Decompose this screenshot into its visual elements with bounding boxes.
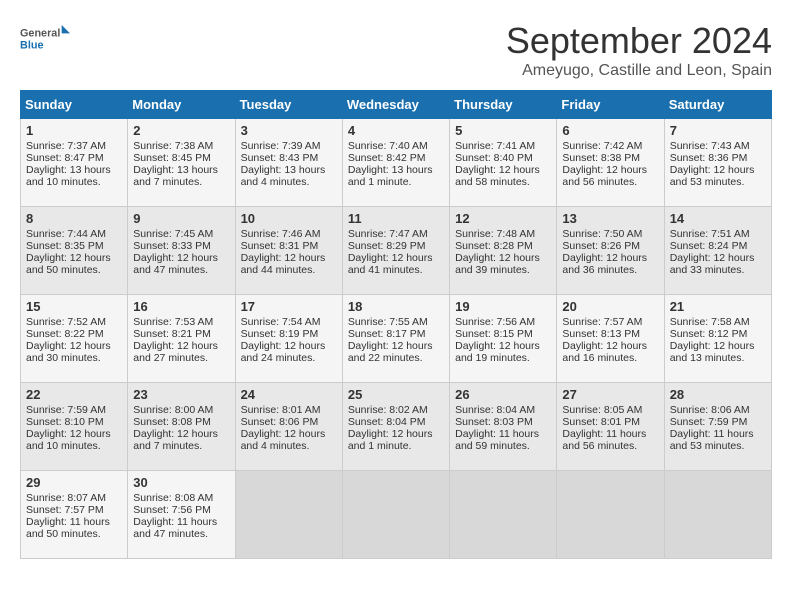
logo: General Blue <box>20 20 70 60</box>
header-tuesday: Tuesday <box>235 91 342 119</box>
calendar-cell: 7Sunrise: 7:43 AMSunset: 8:36 PMDaylight… <box>664 119 771 207</box>
title-block: September 2024 Ameyugo, Castille and Leo… <box>506 20 772 80</box>
calendar-cell: 28Sunrise: 8:06 AMSunset: 7:59 PMDayligh… <box>664 383 771 471</box>
header-friday: Friday <box>557 91 664 119</box>
calendar-cell: 13Sunrise: 7:50 AMSunset: 8:26 PMDayligh… <box>557 207 664 295</box>
page-header: General Blue September 2024 Ameyugo, Cas… <box>20 20 772 80</box>
calendar-cell: 16Sunrise: 7:53 AMSunset: 8:21 PMDayligh… <box>128 295 235 383</box>
week-row-3: 15Sunrise: 7:52 AMSunset: 8:22 PMDayligh… <box>21 295 772 383</box>
calendar-cell: 20Sunrise: 7:57 AMSunset: 8:13 PMDayligh… <box>557 295 664 383</box>
calendar-cell: 17Sunrise: 7:54 AMSunset: 8:19 PMDayligh… <box>235 295 342 383</box>
calendar-cell: 26Sunrise: 8:04 AMSunset: 8:03 PMDayligh… <box>450 383 557 471</box>
week-row-1: 1Sunrise: 7:37 AMSunset: 8:47 PMDaylight… <box>21 119 772 207</box>
svg-text:Blue: Blue <box>20 39 43 51</box>
calendar-cell: 19Sunrise: 7:56 AMSunset: 8:15 PMDayligh… <box>450 295 557 383</box>
calendar-cell <box>450 471 557 559</box>
svg-text:General: General <box>20 28 60 40</box>
week-row-4: 22Sunrise: 7:59 AMSunset: 8:10 PMDayligh… <box>21 383 772 471</box>
week-row-2: 8Sunrise: 7:44 AMSunset: 8:35 PMDaylight… <box>21 207 772 295</box>
calendar-cell: 27Sunrise: 8:05 AMSunset: 8:01 PMDayligh… <box>557 383 664 471</box>
header-thursday: Thursday <box>450 91 557 119</box>
header-sunday: Sunday <box>21 91 128 119</box>
header-wednesday: Wednesday <box>342 91 449 119</box>
calendar-cell <box>342 471 449 559</box>
header-row: SundayMondayTuesdayWednesdayThursdayFrid… <box>21 91 772 119</box>
calendar-cell: 1Sunrise: 7:37 AMSunset: 8:47 PMDaylight… <box>21 119 128 207</box>
calendar-cell: 8Sunrise: 7:44 AMSunset: 8:35 PMDaylight… <box>21 207 128 295</box>
month-title: September 2024 <box>506 20 772 62</box>
header-saturday: Saturday <box>664 91 771 119</box>
calendar-cell: 4Sunrise: 7:40 AMSunset: 8:42 PMDaylight… <box>342 119 449 207</box>
calendar-cell <box>664 471 771 559</box>
logo-svg: General Blue <box>20 20 70 60</box>
calendar-cell: 18Sunrise: 7:55 AMSunset: 8:17 PMDayligh… <box>342 295 449 383</box>
calendar-cell: 30Sunrise: 8:08 AMSunset: 7:56 PMDayligh… <box>128 471 235 559</box>
header-monday: Monday <box>128 91 235 119</box>
calendar-cell: 14Sunrise: 7:51 AMSunset: 8:24 PMDayligh… <box>664 207 771 295</box>
calendar-table: SundayMondayTuesdayWednesdayThursdayFrid… <box>20 90 772 559</box>
calendar-cell: 22Sunrise: 7:59 AMSunset: 8:10 PMDayligh… <box>21 383 128 471</box>
calendar-cell: 9Sunrise: 7:45 AMSunset: 8:33 PMDaylight… <box>128 207 235 295</box>
calendar-cell: 11Sunrise: 7:47 AMSunset: 8:29 PMDayligh… <box>342 207 449 295</box>
calendar-cell <box>557 471 664 559</box>
calendar-cell: 25Sunrise: 8:02 AMSunset: 8:04 PMDayligh… <box>342 383 449 471</box>
calendar-cell: 23Sunrise: 8:00 AMSunset: 8:08 PMDayligh… <box>128 383 235 471</box>
calendar-cell: 29Sunrise: 8:07 AMSunset: 7:57 PMDayligh… <box>21 471 128 559</box>
calendar-cell: 5Sunrise: 7:41 AMSunset: 8:40 PMDaylight… <box>450 119 557 207</box>
calendar-cell: 21Sunrise: 7:58 AMSunset: 8:12 PMDayligh… <box>664 295 771 383</box>
calendar-cell: 6Sunrise: 7:42 AMSunset: 8:38 PMDaylight… <box>557 119 664 207</box>
calendar-cell: 2Sunrise: 7:38 AMSunset: 8:45 PMDaylight… <box>128 119 235 207</box>
calendar-cell: 12Sunrise: 7:48 AMSunset: 8:28 PMDayligh… <box>450 207 557 295</box>
calendar-cell: 24Sunrise: 8:01 AMSunset: 8:06 PMDayligh… <box>235 383 342 471</box>
calendar-cell: 3Sunrise: 7:39 AMSunset: 8:43 PMDaylight… <box>235 119 342 207</box>
week-row-5: 29Sunrise: 8:07 AMSunset: 7:57 PMDayligh… <box>21 471 772 559</box>
calendar-cell: 10Sunrise: 7:46 AMSunset: 8:31 PMDayligh… <box>235 207 342 295</box>
location-title: Ameyugo, Castille and Leon, Spain <box>506 62 772 80</box>
calendar-cell <box>235 471 342 559</box>
calendar-cell: 15Sunrise: 7:52 AMSunset: 8:22 PMDayligh… <box>21 295 128 383</box>
